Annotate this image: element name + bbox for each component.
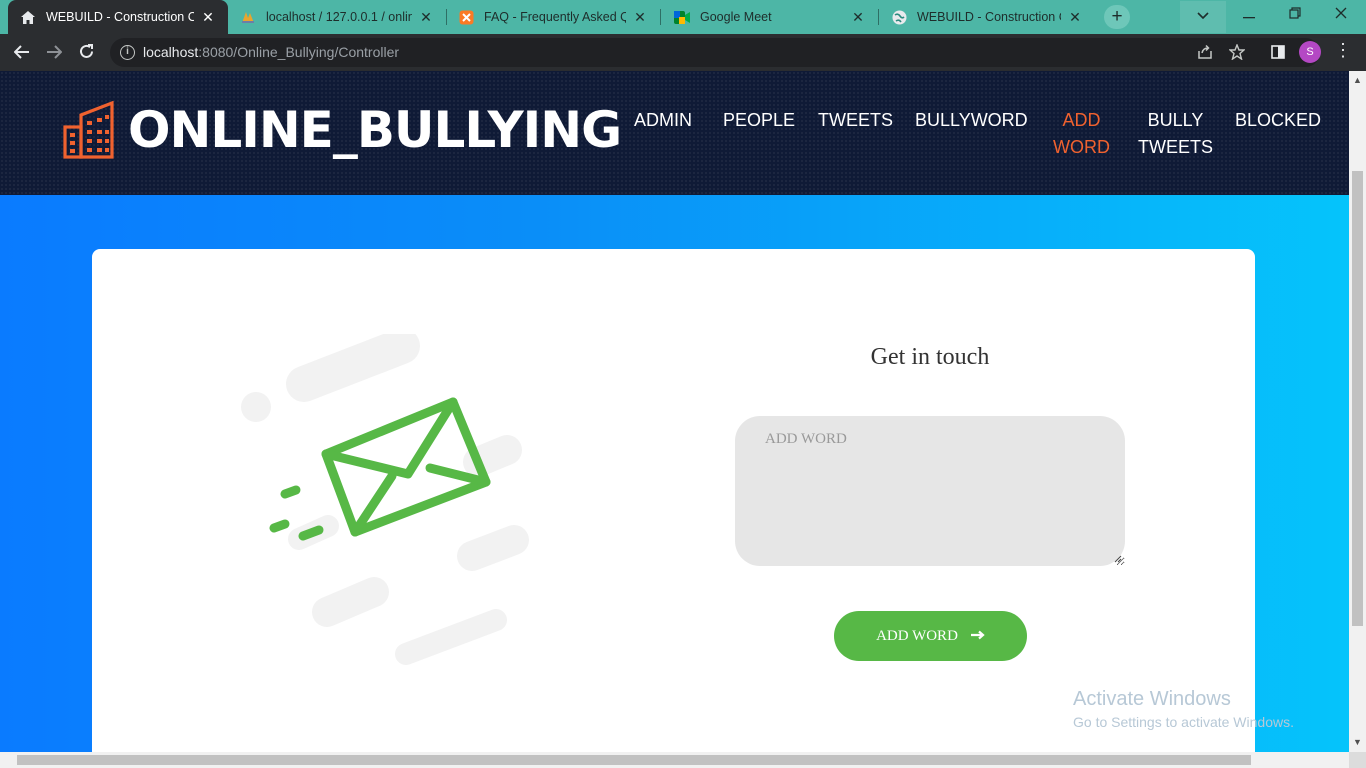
- nav-blocked[interactable]: BLOCKED: [1235, 107, 1321, 134]
- nav-label: ADMIN: [634, 110, 692, 130]
- activate-windows-watermark: Activate Windows Go to Settings to activ…: [1073, 688, 1294, 730]
- browser-tab-4[interactable]: Google Meet ✕: [662, 0, 878, 34]
- nav-bully-tweets[interactable]: BULLY TWEETS: [1138, 107, 1213, 161]
- browser-tab-3[interactable]: FAQ - Frequently Asked Que ✕: [446, 0, 660, 34]
- tab-separator: [660, 9, 661, 25]
- add-word-button[interactable]: ADD WORD: [834, 611, 1027, 661]
- tab-close-icon[interactable]: ✕: [418, 9, 434, 26]
- nav-label: ADD: [1062, 110, 1101, 130]
- scrollbar-corner: [1349, 752, 1366, 768]
- tab-close-icon[interactable]: ✕: [850, 9, 866, 26]
- nav-label: BLOCKED: [1235, 110, 1322, 130]
- globe-icon: [891, 9, 907, 25]
- contact-card: Get in touch ADD WORD: [92, 249, 1255, 752]
- tab-search-button[interactable]: [1180, 1, 1226, 33]
- add-word-textarea[interactable]: [735, 416, 1125, 566]
- site-header: ONLINE_BULLYING ADMIN PEOPLE TWEETS BULL…: [0, 71, 1349, 195]
- minimize-icon: [1243, 17, 1255, 19]
- nav-tweets[interactable]: TWEETS: [818, 107, 893, 134]
- tab-title: WEBUILD - Construction Con: [917, 10, 1061, 24]
- nav-people[interactable]: PEOPLE: [723, 107, 795, 134]
- tab-title: FAQ - Frequently Asked Que: [484, 10, 626, 24]
- new-tab-button[interactable]: +: [1104, 5, 1130, 29]
- nav-label: WORD: [1053, 137, 1110, 157]
- restore-button[interactable]: [1272, 0, 1318, 32]
- browser-tab-2[interactable]: localhost / 127.0.0.1 / online ✕: [228, 0, 446, 34]
- watermark-title: Activate Windows: [1073, 688, 1231, 710]
- back-arrow-icon: [13, 45, 29, 59]
- nav-label: TWEETS: [1138, 137, 1213, 157]
- logo-text: ONLINE_BULLYING: [128, 101, 622, 159]
- share-icon[interactable]: [1197, 44, 1213, 64]
- button-label: ADD WORD: [876, 627, 958, 644]
- browser-menu-icon[interactable]: ⋮: [1334, 40, 1352, 61]
- nav-admin[interactable]: ADMIN: [634, 107, 692, 134]
- restore-icon: [1289, 7, 1301, 19]
- nav-label: TWEETS: [818, 110, 893, 130]
- resize-grip-icon[interactable]: [1114, 555, 1122, 563]
- reload-icon: [79, 44, 93, 58]
- nav-add-word[interactable]: ADD WORD: [1053, 107, 1110, 161]
- tab-title: WEBUILD - Construction Con: [46, 10, 194, 24]
- side-panel-button[interactable]: [1265, 40, 1291, 66]
- url-path: :8080/Online_Bullying/Controller: [198, 44, 400, 60]
- side-panel-icon: [1271, 45, 1285, 59]
- forward-button[interactable]: [41, 40, 67, 66]
- minimize-button[interactable]: [1226, 0, 1272, 32]
- nav-label: BULLY: [1147, 110, 1204, 130]
- vertical-scroll-thumb[interactable]: [1352, 171, 1363, 626]
- url-text[interactable]: localhost:8080/Online_Bullying/Controlle…: [143, 44, 399, 60]
- phpmyadmin-icon: [240, 9, 256, 25]
- scroll-down-icon[interactable]: ▼: [1353, 737, 1362, 747]
- vertical-scrollbar[interactable]: ▲ ▼: [1349, 71, 1366, 752]
- reload-button[interactable]: [73, 40, 99, 66]
- arrow-right-icon: [970, 627, 985, 645]
- chevron-down-icon: [1197, 12, 1209, 20]
- url-host: localhost: [143, 44, 199, 60]
- close-window-button[interactable]: [1318, 0, 1364, 32]
- envelope-illustration: [241, 334, 529, 665]
- building-logo-icon: [63, 101, 114, 159]
- back-button[interactable]: [9, 40, 35, 66]
- browser-tab-strip: WEBUILD - Construction Con ✕ localhost /…: [0, 0, 1366, 34]
- horizontal-scrollbar[interactable]: [0, 752, 1349, 768]
- browser-tab-5[interactable]: WEBUILD - Construction Con ✕: [879, 0, 1095, 34]
- google-meet-icon: [674, 9, 690, 25]
- browser-tab-1[interactable]: WEBUILD - Construction Con ✕: [8, 0, 228, 34]
- tab-title: Google Meet: [700, 10, 772, 24]
- profile-avatar[interactable]: S: [1299, 41, 1321, 63]
- house-icon: [20, 9, 36, 25]
- scroll-up-icon[interactable]: ▲: [1353, 75, 1362, 85]
- nav-bullyword[interactable]: BULLYWORD: [915, 107, 1028, 134]
- address-bar[interactable]: i localhost:8080/Online_Bullying/Control…: [110, 38, 1320, 67]
- xampp-icon: [458, 9, 474, 25]
- site-logo[interactable]: ONLINE_BULLYING: [62, 101, 622, 159]
- browser-toolbar: i localhost:8080/Online_Bullying/Control…: [0, 34, 1366, 71]
- form-title: Get in touch: [870, 344, 990, 370]
- tab-close-icon[interactable]: ✕: [1067, 9, 1083, 26]
- forward-arrow-icon: [47, 45, 63, 59]
- horizontal-scroll-thumb[interactable]: [17, 755, 1251, 765]
- bookmark-star-icon[interactable]: [1228, 43, 1246, 64]
- watermark-subtitle: Go to Settings to activate Windows.: [1073, 714, 1294, 730]
- nav-label: BULLYWORD: [915, 110, 1028, 130]
- nav-label: PEOPLE: [723, 110, 796, 130]
- site-info-icon[interactable]: i: [120, 45, 135, 60]
- page-viewport: ONLINE_BULLYING ADMIN PEOPLE TWEETS BULL…: [0, 71, 1349, 752]
- tab-close-icon[interactable]: ✕: [632, 9, 648, 26]
- tab-close-icon[interactable]: ✕: [200, 9, 216, 26]
- tab-title: localhost / 127.0.0.1 / online: [266, 10, 412, 24]
- close-icon: [1335, 7, 1347, 19]
